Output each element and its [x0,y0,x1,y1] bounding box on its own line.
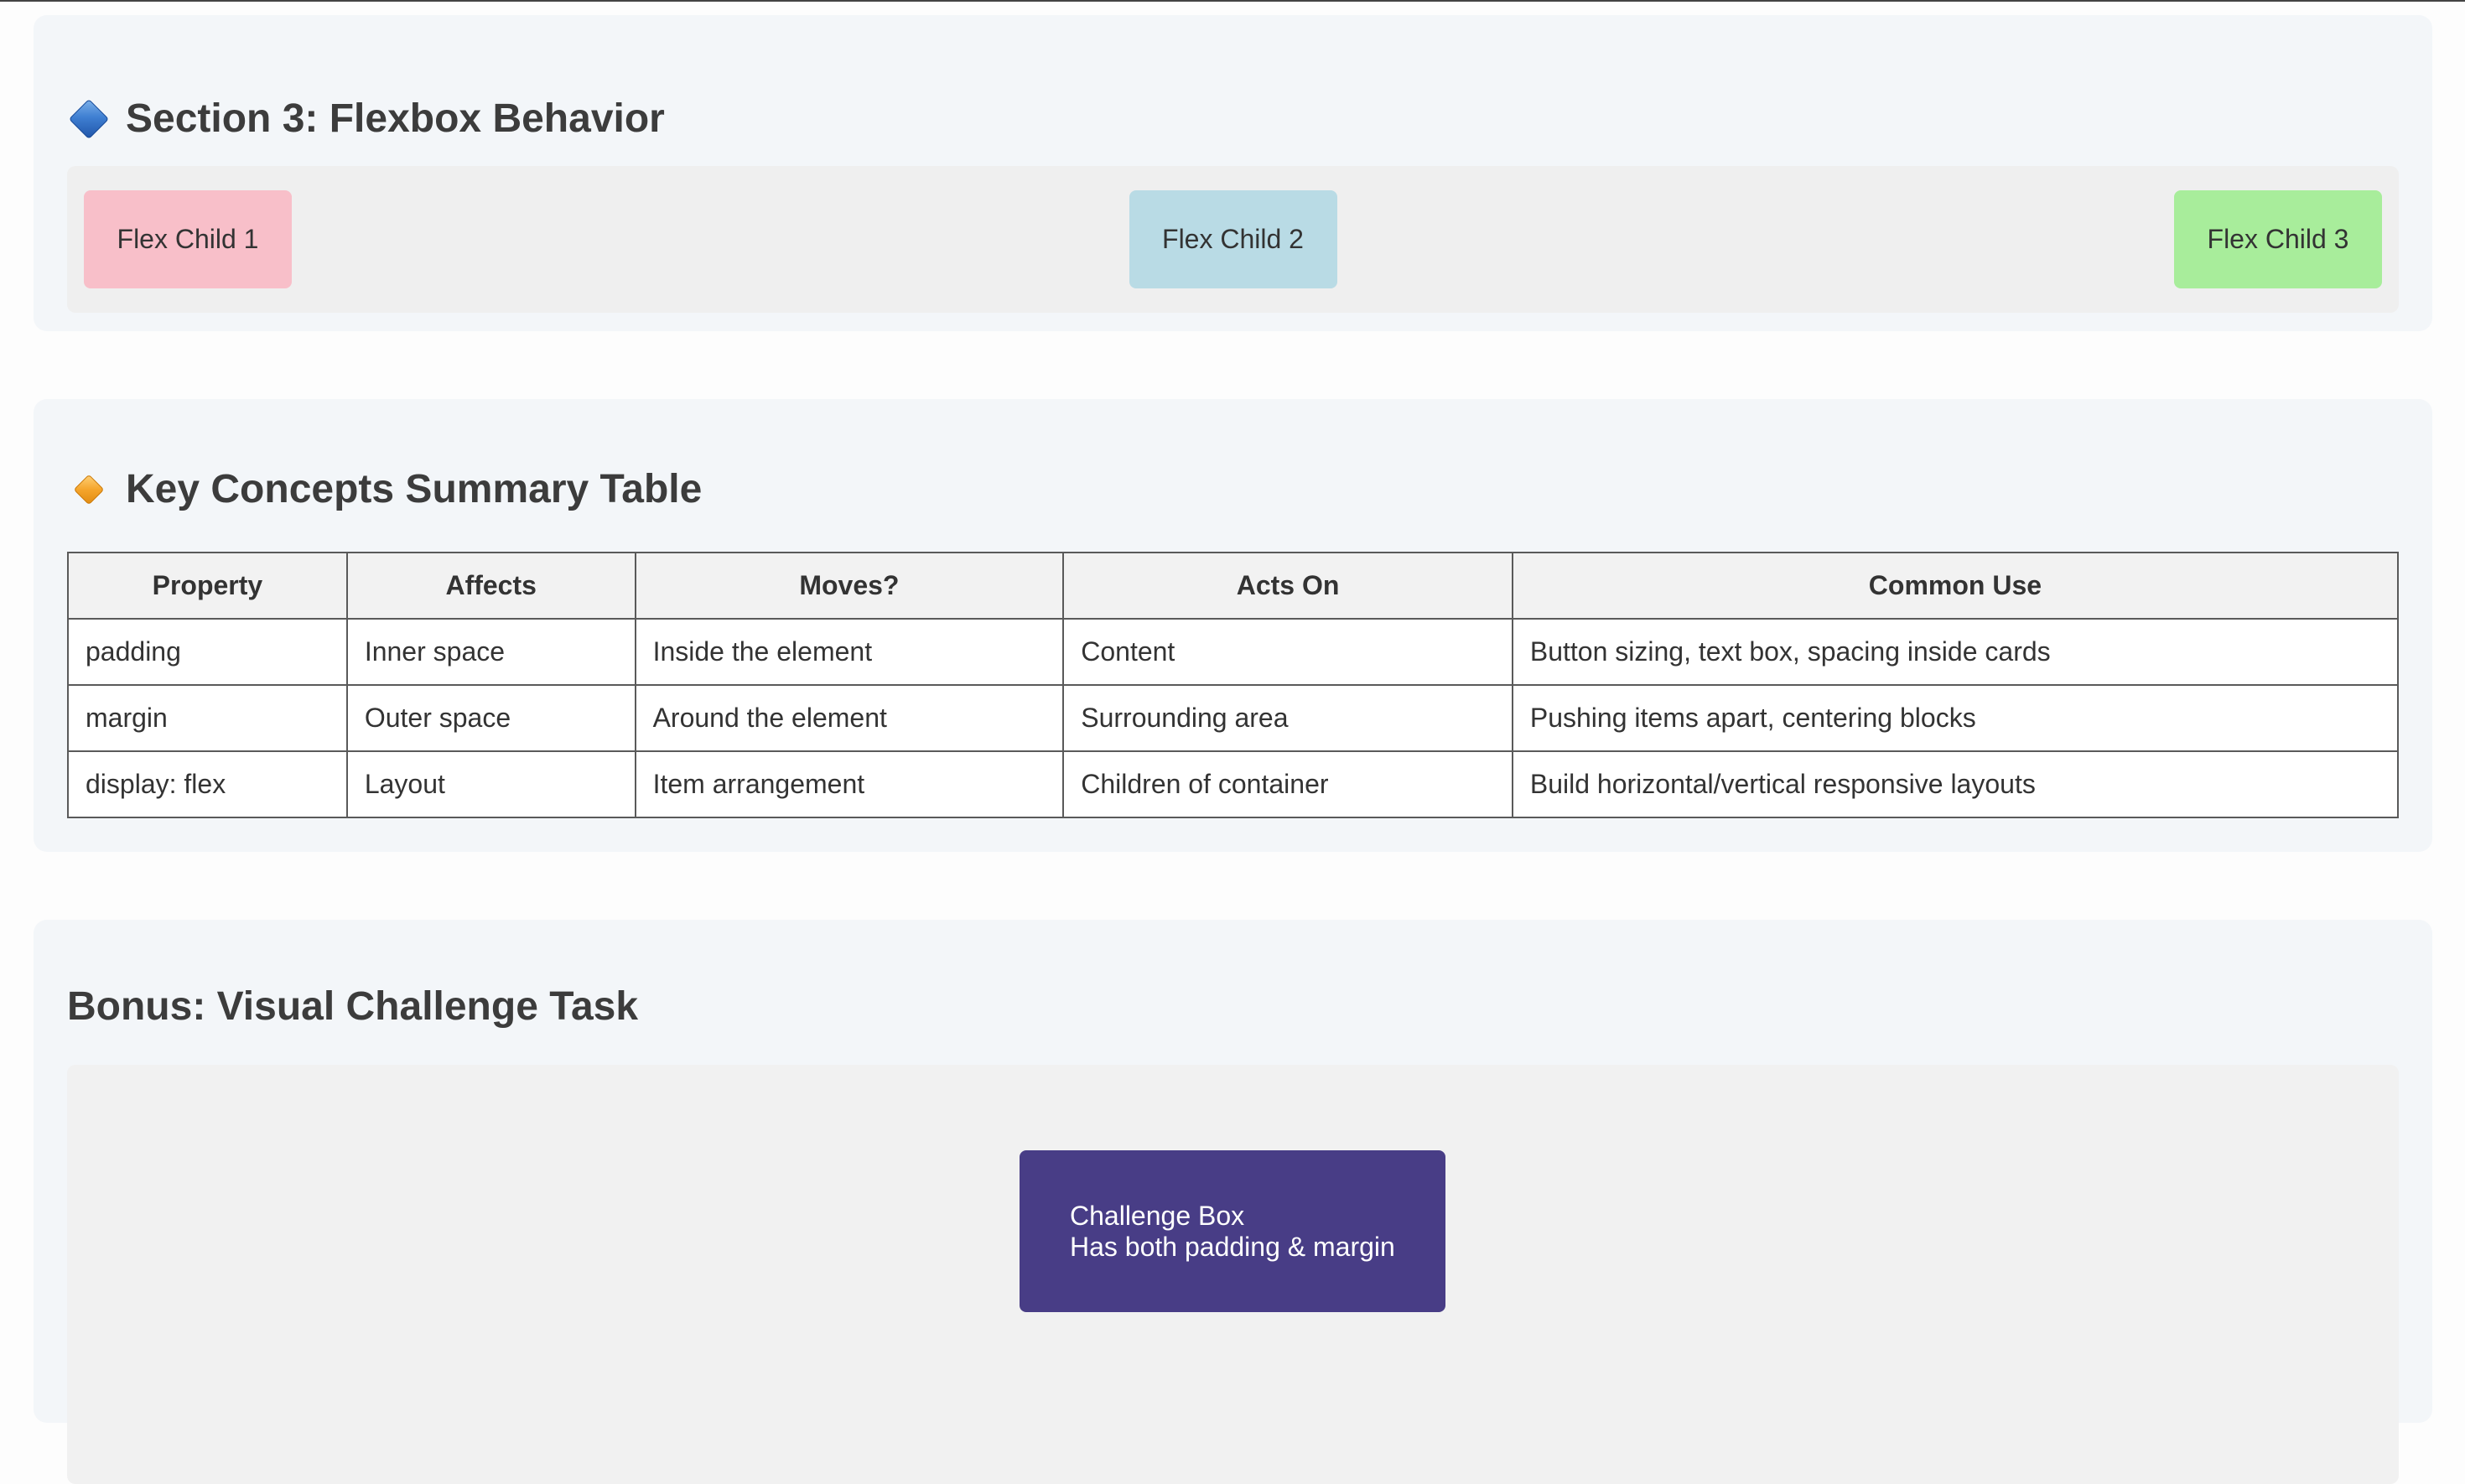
flex-child-3: Flex Child 3 [2174,190,2382,288]
table-cell: Layout [345,750,636,818]
flex-child-1: Flex Child 1 [84,190,292,288]
table-cell: Inner space [345,618,636,686]
table-header-row: Property Affects Moves? Acts On Common U… [67,552,2400,620]
table-cell: Content [1062,618,1513,686]
orange-diamond-icon [73,474,105,505]
summary-section: Key Concepts Summary Table Property Affe… [34,399,2432,852]
challenge-box-title: Challenge Box [1070,1201,1245,1231]
table-cell: Surrounding area [1062,684,1513,752]
flexbox-section-title-text: Section 3: Flexbox Behavior [126,96,665,141]
flexbox-section: Section 3: Flexbox Behavior Flex Child 1… [34,15,2432,331]
table-cell: Children of container [1062,750,1513,818]
table-cell: Inside the element [634,618,1065,686]
table-header-cell: Property [67,552,348,620]
table-cell: Build horizontal/vertical responsive lay… [1511,750,2400,818]
challenge-box: Challenge Box Has both padding & margin [1020,1150,1445,1312]
table-cell: Item arrangement [634,750,1065,818]
table-row: display: flex Layout Item arrangement Ch… [67,750,2400,818]
table-cell: Button sizing, text box, spacing inside … [1511,618,2400,686]
challenge-area: Challenge Box Has both padding & margin [67,1065,2399,1484]
table-cell: display: flex [67,750,348,818]
table-cell: Pushing items apart, centering blocks [1511,684,2400,752]
flex-child-2: Flex Child 2 [1129,190,1337,288]
table-header-cell: Acts On [1062,552,1513,620]
table-row: padding Inner space Inside the element C… [67,618,2400,686]
blue-diamond-icon [68,98,110,139]
summary-section-title-text: Key Concepts Summary Table [126,467,703,511]
table-header-cell: Common Use [1511,552,2400,620]
bonus-section-title: Bonus: Visual Challenge Task [67,984,639,1029]
flexbox-section-title: Section 3: Flexbox Behavior [67,96,665,142]
top-border [0,0,2465,2]
table-cell: Outer space [345,684,636,752]
table-cell: padding [67,618,348,686]
bonus-section: Bonus: Visual Challenge Task Challenge B… [34,920,2432,1484]
table-header-cell: Moves? [634,552,1065,620]
concepts-table: Property Affects Moves? Acts On Common U… [67,552,2400,818]
table-cell: Around the element [634,684,1065,752]
summary-section-title: Key Concepts Summary Table [67,466,702,512]
flex-container: Flex Child 1 Flex Child 2 Flex Child 3 [67,166,2399,313]
table-row: margin Outer space Around the element Su… [67,684,2400,752]
table-header-cell: Affects [345,552,636,620]
table-cell: margin [67,684,348,752]
challenge-box-subtitle: Has both padding & margin [1070,1232,1395,1262]
